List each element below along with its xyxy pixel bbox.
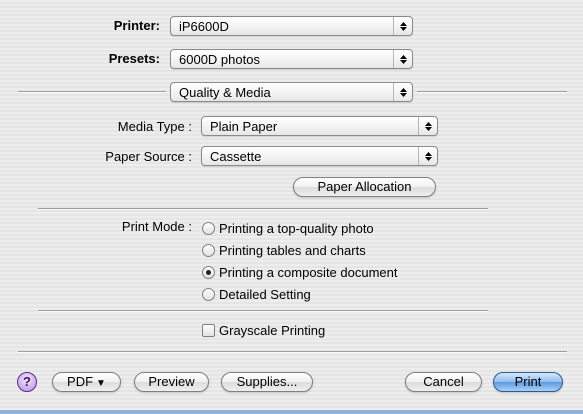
radio-label: Printing a composite document [219,264,398,280]
separator-right [417,91,567,93]
media-type-popup[interactable]: Plain Paper [201,116,438,136]
printer-label: Printer: [113,18,160,33]
separator [38,208,488,210]
radio-tables-and-charts[interactable]: Printing tables and charts [202,241,366,259]
help-button[interactable]: ? [17,372,37,392]
updown-arrows-icon [393,17,412,35]
paper-allocation-button[interactable]: Paper Allocation [293,177,436,197]
separator [38,310,488,312]
panel-menu-value: Quality & Media [179,85,271,100]
panel-menu-popup[interactable]: Quality & Media [170,82,413,102]
radio-detailed-setting[interactable]: Detailed Setting [202,285,311,303]
print-mode-label: Print Mode : [121,219,192,234]
radio-button[interactable] [202,287,215,301]
preview-button[interactable]: Preview [134,372,209,392]
radio-label: Printing tables and charts [219,242,366,258]
radio-button-selected[interactable] [202,265,215,279]
printer-popup[interactable]: iP6600D [170,16,413,36]
radio-label: Printing a top-quality photo [219,220,374,236]
grayscale-label: Grayscale Printing [219,322,326,338]
radio-label: Detailed Setting [219,286,311,302]
supplies-button[interactable]: Supplies... [221,372,313,392]
separator-left [18,91,166,93]
cancel-button[interactable]: Cancel [405,372,482,392]
paper-source-label: Paper Source : [105,149,192,164]
pdf-button[interactable]: PDF ▼ [52,372,121,392]
triangle-down-icon: ▼ [96,378,106,389]
printer-value: iP6600D [179,19,229,34]
radio-button[interactable] [202,243,215,257]
radio-composite-document[interactable]: Printing a composite document [202,263,397,281]
radio-top-quality-photo[interactable]: Printing a top-quality photo [202,219,374,237]
paper-source-popup[interactable]: Cassette [201,146,438,166]
presets-popup[interactable]: 6000D photos [170,49,413,69]
presets-label: Presets: [108,51,160,66]
updown-arrows-icon [393,50,412,68]
media-type-value: Plain Paper [210,119,278,134]
updown-arrows-icon [393,83,412,101]
radio-button[interactable] [202,221,215,235]
pdf-label: PDF [67,374,94,389]
updown-arrows-icon [418,147,437,165]
grayscale-checkbox-row[interactable]: Grayscale Printing [202,321,325,339]
print-button[interactable]: Print [493,372,563,392]
separator [18,351,567,353]
window-bottom-edge [0,410,583,414]
presets-value: 6000D photos [179,52,260,67]
media-type-label: Media Type : [117,119,192,134]
paper-source-value: Cassette [210,149,262,164]
grayscale-checkbox[interactable] [202,323,215,337]
updown-arrows-icon [418,117,437,135]
